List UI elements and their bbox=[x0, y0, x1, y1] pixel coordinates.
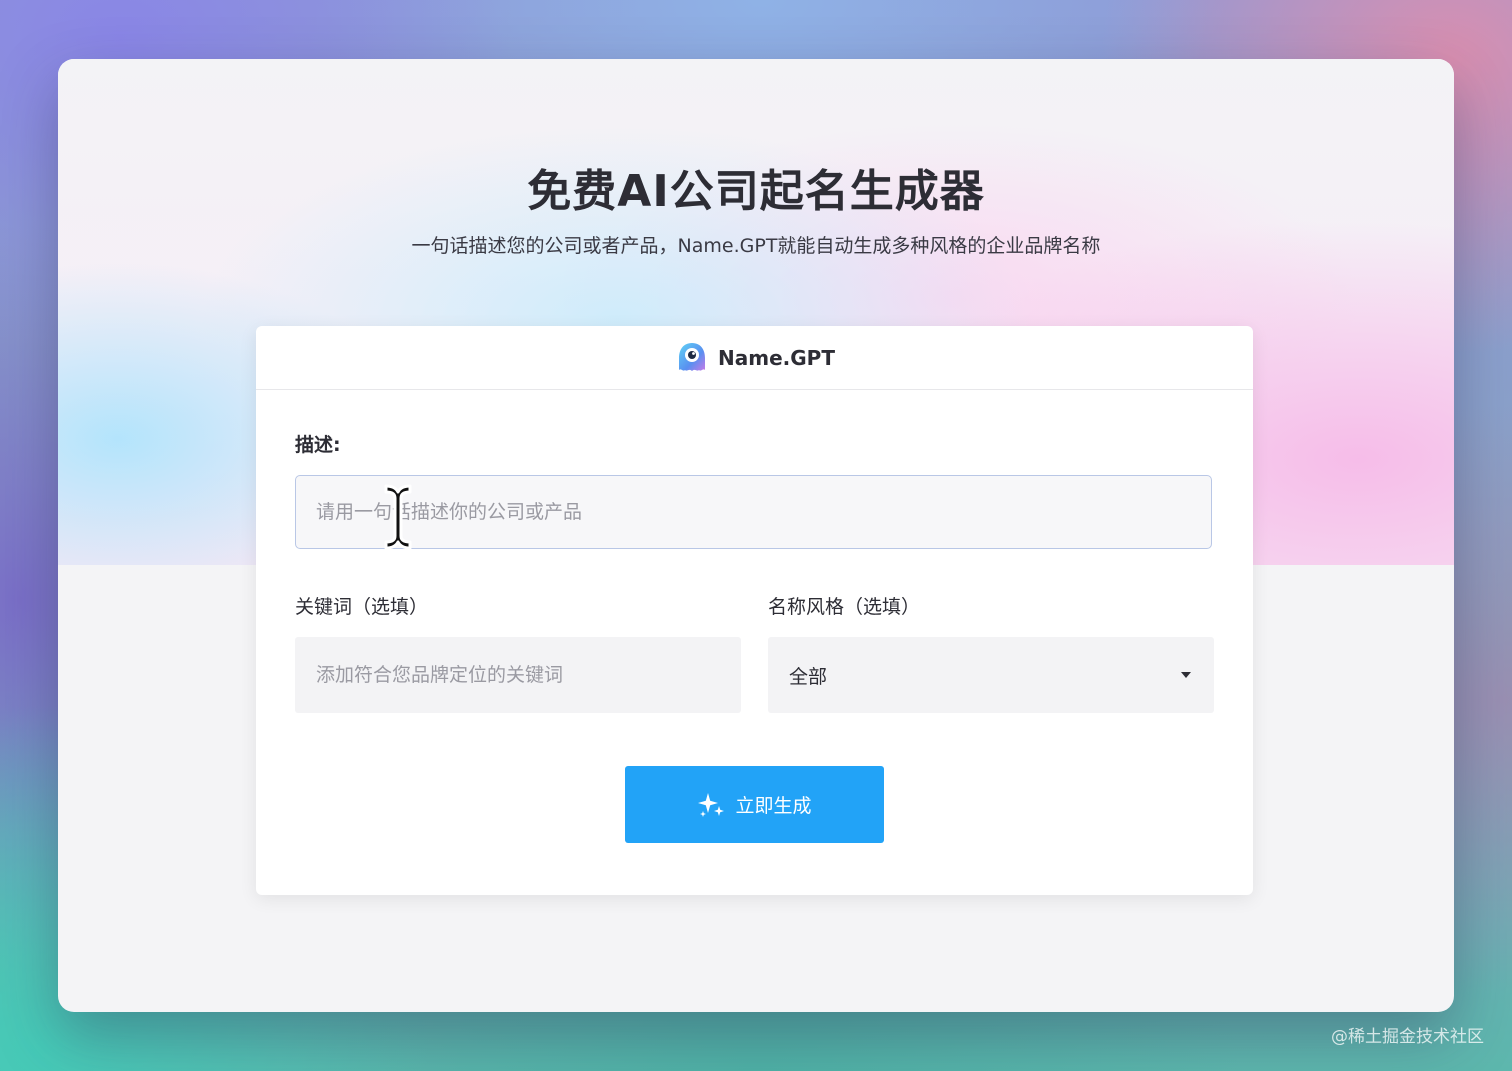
name-style-selected-value: 全部 bbox=[789, 665, 828, 688]
keywords-label: 关键词（选填） bbox=[295, 596, 429, 618]
page-title: 免费AI公司起名生成器 bbox=[527, 166, 985, 217]
name-gpt-mascot-logo-icon bbox=[679, 342, 706, 371]
brand-name: Name.GPT bbox=[718, 345, 835, 370]
page-subtitle: 一句话描述您的公司或者产品，Name.GPT就能自动生成多种风格的企业品牌名称 bbox=[411, 235, 1101, 257]
caret-down-icon bbox=[1181, 672, 1191, 678]
keywords-input[interactable] bbox=[295, 637, 741, 713]
sparkle-icon bbox=[698, 792, 725, 817]
generator-card: Name.GPT 描述: 关键词（选填） 名称风格（选填） 全部 立即生成 bbox=[256, 326, 1253, 895]
name-style-select[interactable]: 全部 bbox=[768, 637, 1214, 713]
watermark: @稀土掘金技术社区 bbox=[1331, 1027, 1484, 1047]
card-header: Name.GPT bbox=[256, 326, 1253, 390]
generate-button[interactable]: 立即生成 bbox=[625, 766, 884, 843]
name-style-label: 名称风格（选填） bbox=[768, 596, 921, 618]
description-label: 描述: bbox=[295, 434, 341, 456]
generate-button-label: 立即生成 bbox=[735, 795, 812, 817]
description-input[interactable] bbox=[295, 475, 1212, 549]
app-window: 免费AI公司起名生成器 一句话描述您的公司或者产品，Name.GPT就能自动生成… bbox=[58, 59, 1454, 1012]
